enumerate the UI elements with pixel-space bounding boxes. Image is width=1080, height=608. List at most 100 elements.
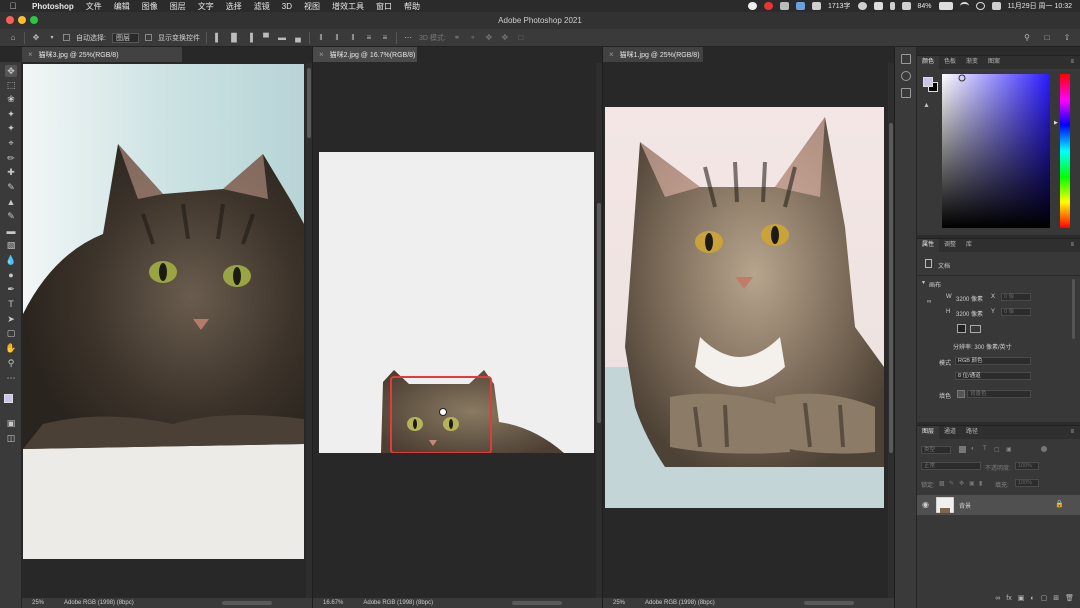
color-panel-icon[interactable] bbox=[901, 71, 911, 81]
rectangle-tool-icon[interactable]: ▢ bbox=[5, 327, 17, 339]
auto-select-checkbox[interactable] bbox=[63, 34, 70, 41]
hue-slider-handle[interactable]: ▶ bbox=[1054, 120, 1058, 126]
battery-icon[interactable] bbox=[938, 2, 953, 10]
panel-menu-icon[interactable]: ≡ bbox=[1065, 426, 1080, 439]
align-right-icon[interactable]: ▐ bbox=[245, 33, 255, 43]
scrollbar-thumb[interactable] bbox=[307, 68, 311, 138]
dodge-tool-icon[interactable]: ● bbox=[5, 269, 17, 281]
magic-wand-tool-icon[interactable]: ✦ bbox=[5, 108, 17, 120]
lasso-tool-icon[interactable]: ❀ bbox=[5, 93, 17, 105]
hand-tool-icon[interactable]: ✋ bbox=[5, 342, 17, 354]
search-icon[interactable]: ⚲ bbox=[1022, 33, 1032, 43]
align-vcenter-icon[interactable]: ▬ bbox=[277, 33, 287, 43]
quick-selection-tool-icon[interactable]: ✦ bbox=[5, 122, 17, 134]
more-options-icon[interactable]: ⋯ bbox=[403, 33, 413, 43]
scrollbar-thumb[interactable] bbox=[889, 123, 893, 453]
mode-dropdown[interactable]: RGB 颜色 bbox=[955, 357, 1031, 365]
eyedropper-tool-icon[interactable]: ✏ bbox=[5, 152, 17, 164]
type-tool-icon[interactable]: T bbox=[5, 298, 17, 310]
zoom-level[interactable]: 16.67% bbox=[323, 600, 343, 606]
input-method-icon[interactable] bbox=[873, 2, 883, 10]
zoom-level[interactable]: 25% bbox=[32, 600, 44, 606]
quick-mask-icon[interactable]: ▣ bbox=[5, 417, 17, 429]
link-layers-icon[interactable]: ∞ bbox=[995, 595, 1000, 602]
tab-cat2[interactable]: × 猫咪2.jpg @ 16.7%(RGB/8) bbox=[313, 47, 417, 62]
visibility-eye-icon[interactable]: ◉ bbox=[922, 500, 929, 509]
link-icon[interactable]: ∞ bbox=[927, 299, 931, 305]
menu-plugins[interactable]: 增效工具 bbox=[326, 1, 370, 12]
history-brush-tool-icon[interactable]: ✎ bbox=[5, 210, 17, 222]
home-icon[interactable]: ⌂ bbox=[8, 33, 18, 43]
sync-icon[interactable] bbox=[857, 2, 867, 10]
vertical-scrollbar[interactable] bbox=[888, 63, 894, 598]
height-value[interactable]: 3200 像素 bbox=[956, 309, 983, 318]
layer-name[interactable]: 背景 bbox=[959, 501, 971, 510]
menu-filter[interactable]: 滤镜 bbox=[248, 1, 276, 12]
align-hcenter-icon[interactable]: █ bbox=[229, 33, 239, 43]
fill-swatch[interactable] bbox=[957, 390, 965, 398]
menu-app[interactable]: Photoshop bbox=[26, 2, 80, 11]
history-panel-icon[interactable] bbox=[901, 54, 911, 64]
clone-stamp-tool-icon[interactable]: ▲ bbox=[5, 196, 17, 208]
fill-field[interactable]: 100% bbox=[1015, 479, 1039, 487]
path-selection-tool-icon[interactable]: ➤ bbox=[5, 313, 17, 325]
color-profile[interactable]: Adobe RGB (1998) (8bpc) bbox=[363, 600, 433, 606]
minimize-window-button[interactable] bbox=[18, 16, 26, 24]
distribute-top-icon[interactable]: ‖ bbox=[316, 33, 326, 43]
record-icon[interactable] bbox=[747, 2, 757, 10]
distribute-bottom-icon[interactable]: ‖ bbox=[348, 33, 358, 43]
tab-adjustments[interactable]: 调整 bbox=[939, 239, 961, 252]
foreground-color-swatch[interactable] bbox=[923, 77, 933, 87]
chevron-down-icon[interactable]: ▼ bbox=[921, 280, 926, 286]
cloud-icon[interactable] bbox=[811, 2, 821, 10]
color-profile[interactable]: Adobe RGB (1998) (8bpc) bbox=[64, 600, 134, 606]
filter-shape-icon[interactable]: ▢ bbox=[994, 446, 1000, 453]
close-tab-icon[interactable]: × bbox=[28, 50, 33, 59]
zoom-tool-icon[interactable]: ⚲ bbox=[5, 357, 17, 369]
lock-artboard-icon[interactable]: ▣ bbox=[969, 480, 975, 487]
pen-tool-icon[interactable]: ✒ bbox=[5, 283, 17, 295]
brush-tool-icon[interactable]: ✎ bbox=[5, 181, 17, 193]
app-icon[interactable] bbox=[795, 2, 805, 10]
fx-icon[interactable]: fx bbox=[1006, 595, 1011, 602]
menu-type[interactable]: 文字 bbox=[192, 1, 220, 12]
fill-dropdown[interactable]: 背景色 bbox=[967, 390, 1031, 398]
filter-pixel-icon[interactable] bbox=[959, 446, 966, 453]
marquee-tool-icon[interactable]: ⬚ bbox=[5, 79, 17, 91]
blur-tool-icon[interactable]: 💧 bbox=[5, 254, 17, 266]
3d-scale-icon[interactable]: □ bbox=[516, 33, 526, 43]
panel-menu-icon[interactable]: ≡ bbox=[1065, 239, 1080, 252]
landscape-orientation-button[interactable] bbox=[970, 325, 981, 333]
workspace-icon[interactable]: □ bbox=[1042, 33, 1052, 43]
canvas-section-label[interactable]: 画布 bbox=[929, 280, 941, 289]
lock-icon[interactable]: 🔒 bbox=[1055, 500, 1064, 508]
x-field[interactable]: 0 像 bbox=[1001, 293, 1031, 301]
eraser-tool-icon[interactable]: ▬ bbox=[5, 225, 17, 237]
filter-adjustment-icon[interactable]: ◐ bbox=[971, 446, 975, 452]
3d-roll-icon[interactable]: ⚬ bbox=[468, 33, 478, 43]
wechat-icon[interactable] bbox=[779, 2, 789, 10]
cat3-photo[interactable] bbox=[23, 64, 304, 559]
tab-properties[interactable]: 属性 bbox=[917, 239, 940, 252]
chevron-down-icon[interactable]: ▾ bbox=[47, 33, 57, 43]
auto-select-dropdown[interactable]: 图层 bbox=[111, 32, 139, 43]
menu-select[interactable]: 选择 bbox=[220, 1, 248, 12]
align-top-icon[interactable]: ▀ bbox=[261, 33, 271, 43]
portrait-orientation-button[interactable] bbox=[957, 324, 966, 333]
scrollbar-thumb[interactable] bbox=[597, 203, 601, 423]
zoom-level[interactable]: 25% bbox=[613, 600, 625, 606]
move-tool-icon[interactable]: ✥ bbox=[31, 33, 41, 43]
new-layer-icon[interactable]: ⊞ bbox=[1053, 594, 1059, 602]
screen-mode-icon[interactable]: ◫ bbox=[5, 432, 17, 444]
vertical-scrollbar[interactable] bbox=[596, 63, 602, 598]
new-group-icon[interactable]: ▢ bbox=[1041, 594, 1048, 602]
close-tab-icon[interactable]: × bbox=[609, 50, 614, 59]
gradient-tool-icon[interactable]: ▧ bbox=[5, 239, 17, 251]
brush-panel-icon[interactable] bbox=[901, 88, 911, 98]
color-profile[interactable]: Adobe RGB (1998) (8bpc) bbox=[645, 600, 715, 606]
horizontal-scrollbar[interactable] bbox=[222, 601, 272, 605]
menu-help[interactable]: 帮助 bbox=[398, 1, 426, 12]
menu-view[interactable]: 视图 bbox=[298, 1, 326, 12]
distribute-right-icon[interactable]: ≡ bbox=[380, 33, 390, 43]
control-center-icon[interactable] bbox=[991, 2, 1001, 10]
